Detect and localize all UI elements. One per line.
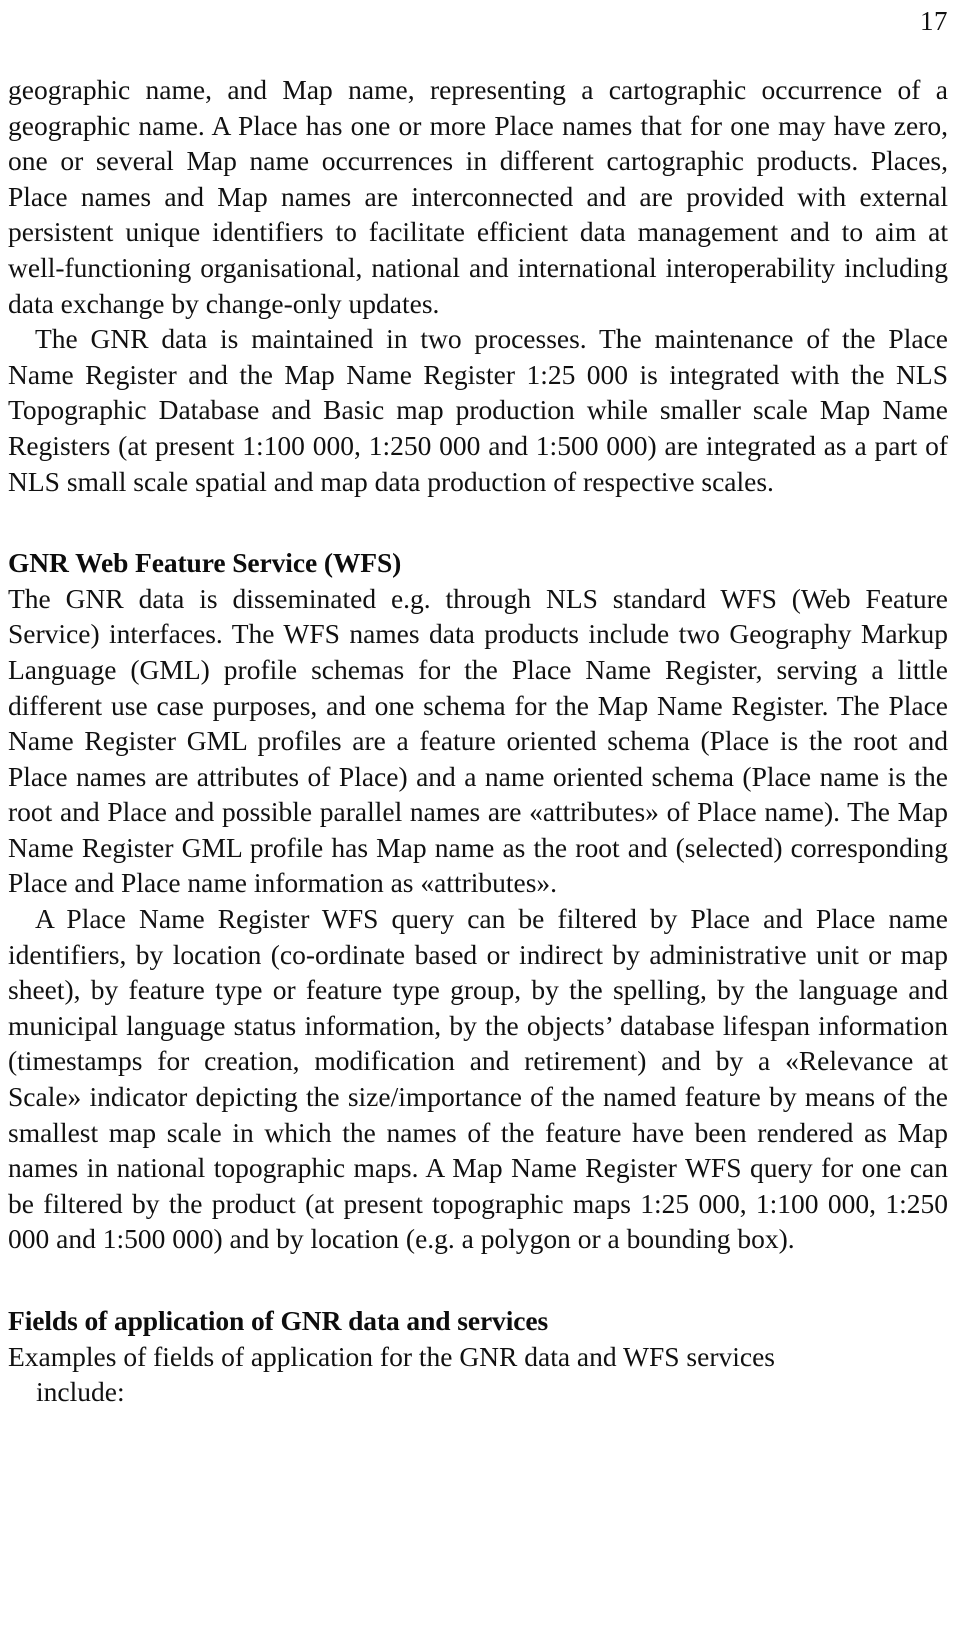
paragraph-gnr-maintenance: The GNR data is maintained in two proces… (8, 323, 948, 497)
page-number: 17 (920, 6, 948, 36)
heading-spacer-wfs (8, 499, 948, 545)
paragraph-fields-examples-continuation: include: (36, 1376, 125, 1408)
heading-spacer-fields (8, 1257, 948, 1303)
paragraph-wfs-query-filters: A Place Name Register WFS query can be f… (8, 903, 948, 1255)
heading-fields-of-application: Fields of application of GNR data and se… (8, 1305, 549, 1336)
paragraph-fields-examples: Examples of fields of application for th… (8, 1340, 776, 1372)
page-body-column: geographic name, and Map name, represent… (8, 72, 948, 1410)
heading-gnr-web-feature-service: GNR Web Feature Service (WFS) (8, 547, 402, 579)
document-page: 17 geographic name, and Map name, repres… (0, 0, 960, 1636)
paragraph-intro-continuation: geographic name, and Map name, represent… (8, 74, 948, 319)
paragraph-wfs-dissemination: The GNR data is disseminated e.g. throug… (8, 582, 948, 899)
